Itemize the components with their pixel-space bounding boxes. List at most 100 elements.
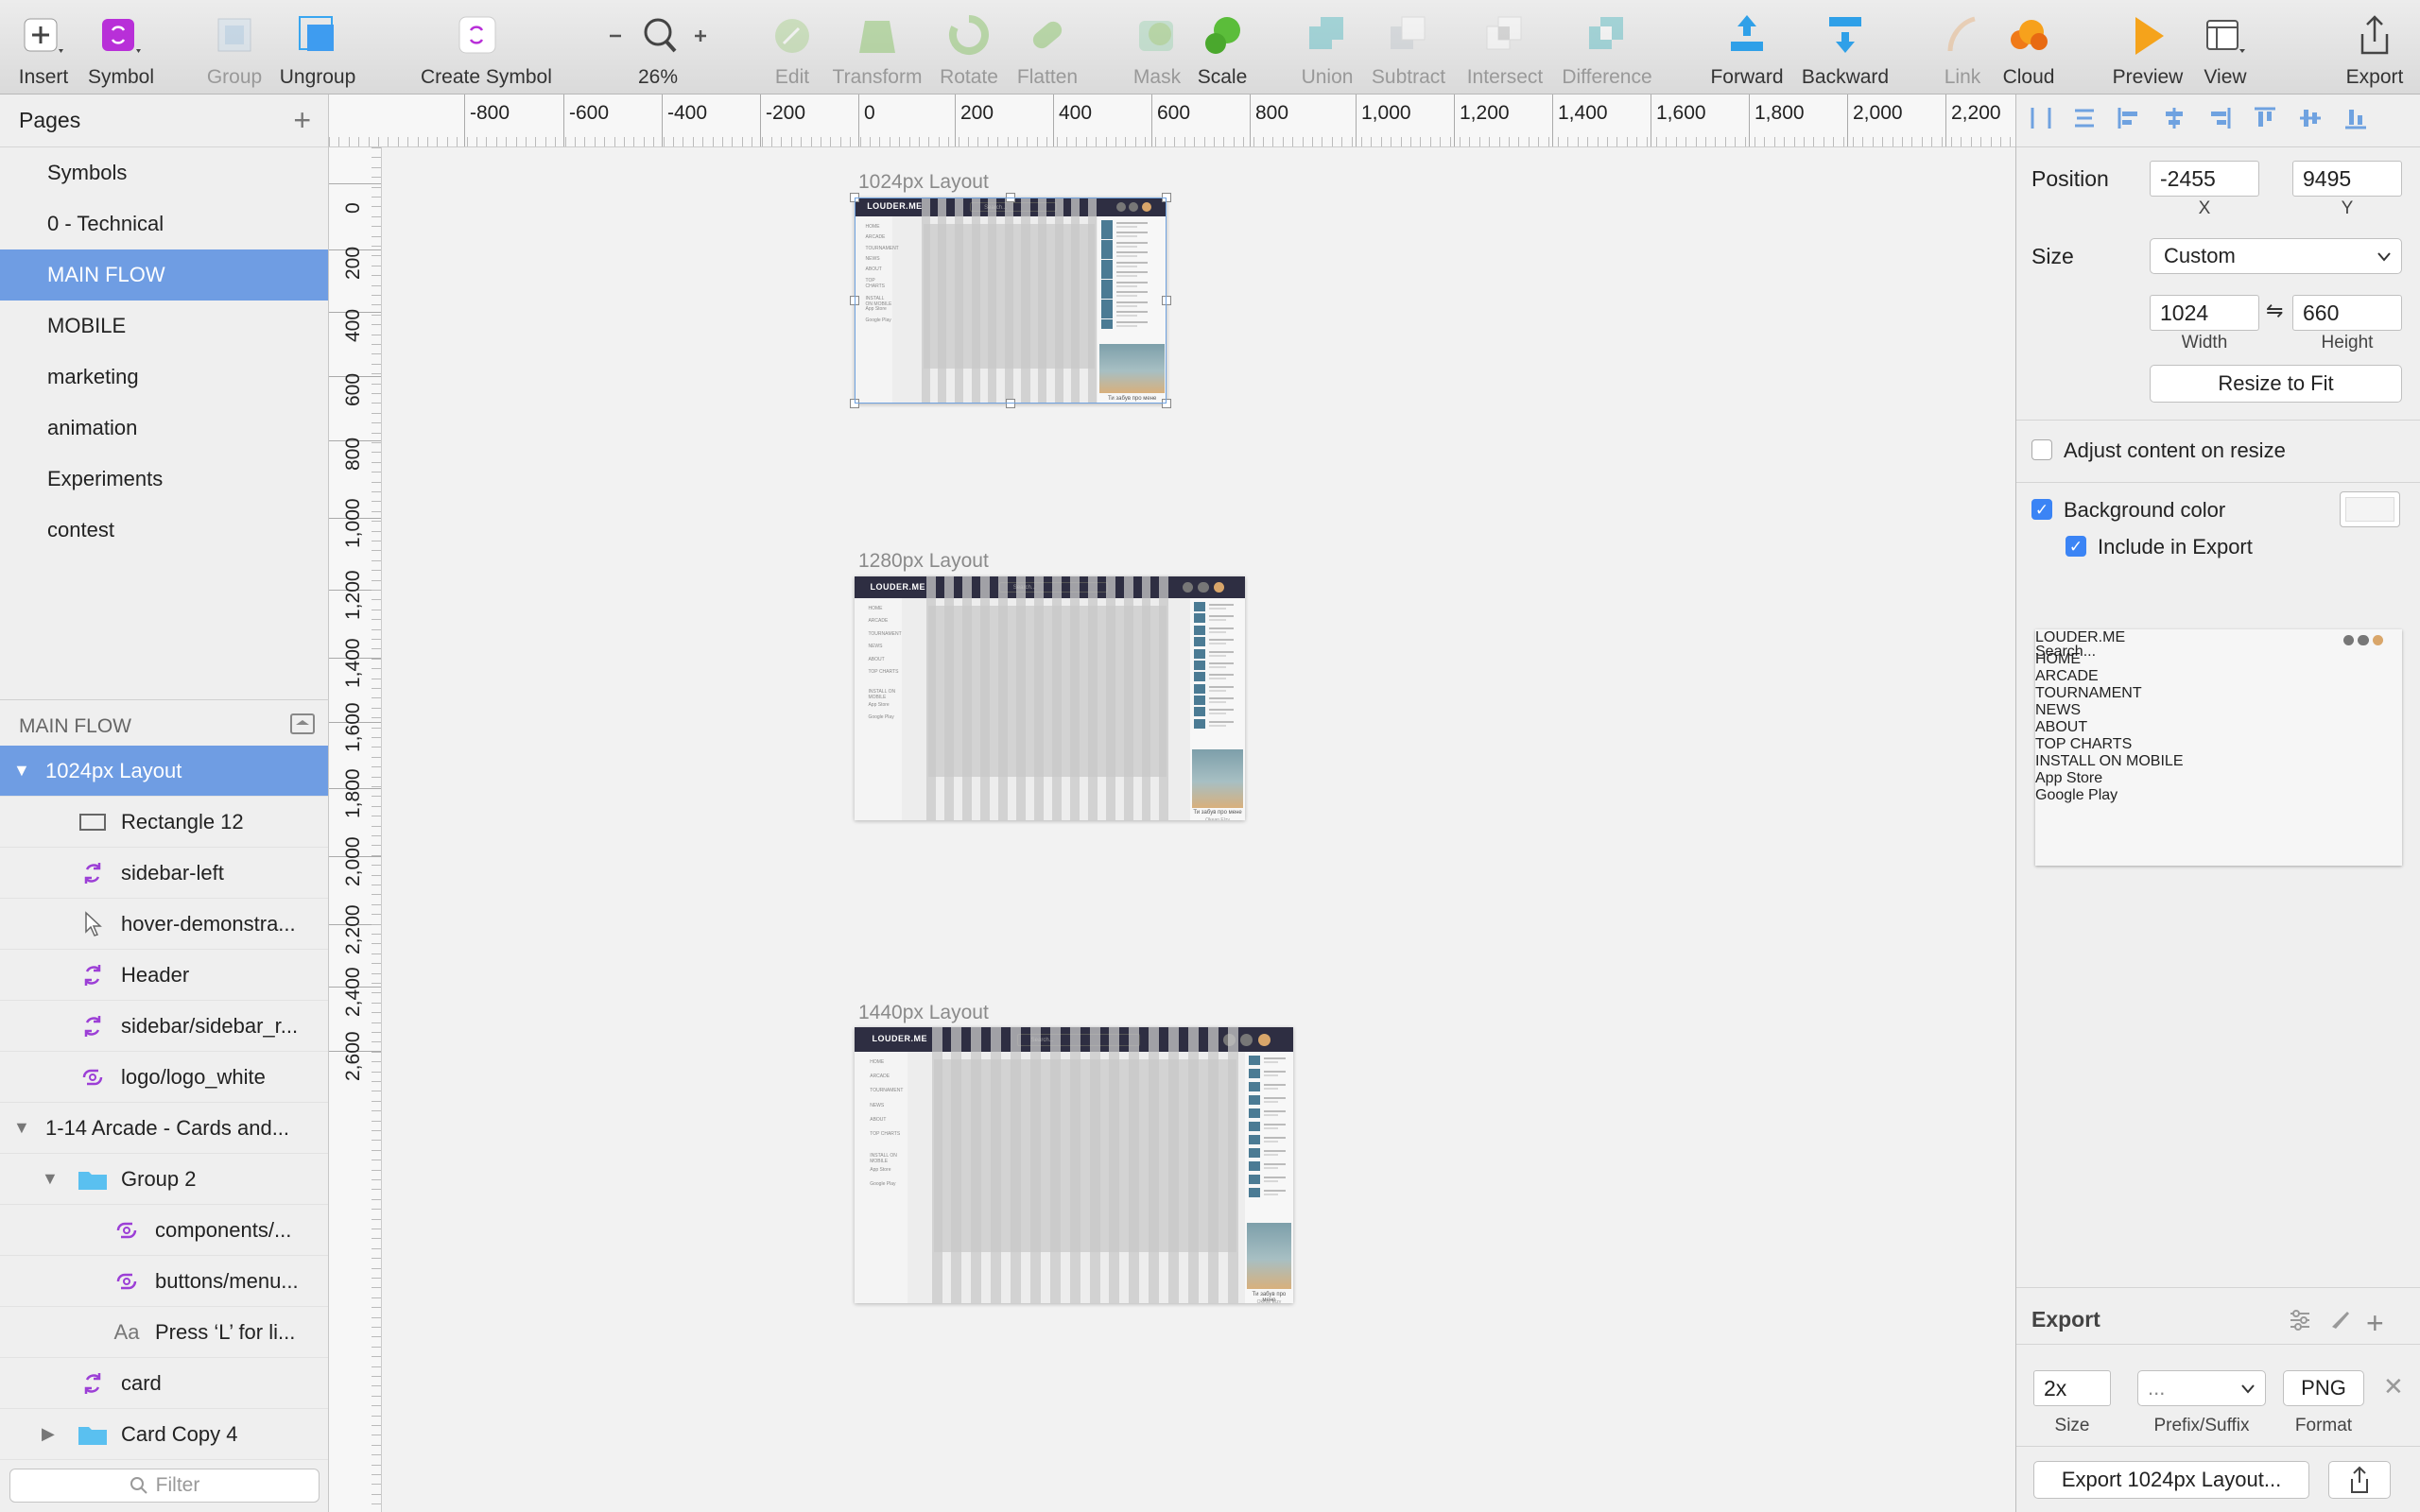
background-color-checkbox[interactable]: ✓: [2031, 499, 2052, 520]
add-page-icon[interactable]: +: [293, 103, 311, 138]
difference-button[interactable]: Difference: [1550, 8, 1664, 91]
size-preset-select[interactable]: Custom: [2150, 238, 2402, 274]
page-item[interactable]: contest: [0, 505, 328, 556]
adjust-content-checkbox[interactable]: [2031, 439, 2052, 460]
add-export-icon[interactable]: +: [2366, 1306, 2384, 1341]
header-icon: [1198, 581, 1209, 593]
lock-proportions-icon[interactable]: ⇋: [2266, 299, 2283, 323]
ruler-minor-tick: [372, 1179, 381, 1180]
layer-row[interactable]: ▼ 1024px Layout: [0, 746, 328, 797]
width-field[interactable]: 1024: [2150, 295, 2259, 331]
track-line: [1263, 1061, 1279, 1063]
selection-handle[interactable]: [850, 399, 859, 408]
vertical-ruler[interactable]: 0 200 400 600 800 1,000 1,200 1,400 1,600 1,800 2,…: [329, 147, 382, 1512]
selection-handle[interactable]: [1162, 296, 1171, 305]
selection-handle[interactable]: [1006, 193, 1015, 202]
layer-row[interactable]: Header: [0, 950, 328, 1001]
layer-row[interactable]: sidebar-left: [0, 848, 328, 899]
layer-row[interactable]: card: [0, 1358, 328, 1409]
disclosure-expanded-icon[interactable]: ▼: [13, 761, 30, 781]
align-left-icon[interactable]: [2117, 106, 2141, 135]
ruler-minor-tick: [506, 137, 508, 146]
flatten-icon: [1026, 13, 1069, 57]
layer-row[interactable]: Aa Press ‘L’ for li...: [0, 1307, 328, 1358]
align-right-icon[interactable]: [2207, 106, 2232, 135]
align-top-icon[interactable]: [2253, 106, 2277, 135]
track-line: [1209, 724, 1226, 727]
collapse-artboards-icon[interactable]: [290, 713, 315, 740]
layer-row[interactable]: ▼ Group 2: [0, 1154, 328, 1205]
filter-input[interactable]: Filter: [9, 1469, 320, 1503]
align-center-icon[interactable]: [2162, 106, 2187, 135]
cloud-button[interactable]: Cloud: [1972, 8, 2085, 91]
symbol-button[interactable]: Symbol: [64, 8, 178, 91]
backward-button[interactable]: Backward: [1789, 8, 1902, 91]
page-item[interactable]: animation: [0, 403, 328, 454]
selection-handle[interactable]: [1162, 193, 1171, 202]
resize-to-fit-button[interactable]: Resize to Fit: [2150, 365, 2402, 403]
grid-column: [1159, 576, 1169, 820]
selection-handle[interactable]: [850, 193, 859, 202]
layer-row[interactable]: ▶ Card Copy 4: [0, 1409, 328, 1460]
canvas[interactable]: 1024px Layout LOUDER.MESearch...HOMEARCAD…: [383, 148, 2015, 1512]
page-item[interactable]: Symbols: [0, 147, 328, 198]
create-symbol-button[interactable]: Create Symbol: [421, 8, 552, 91]
slice-knife-icon[interactable]: [2328, 1308, 2351, 1335]
scale-button[interactable]: Scale: [1166, 8, 1279, 91]
export-artboard-button[interactable]: Export 1024px Layout...: [2033, 1461, 2309, 1499]
artboard-title[interactable]: 1440px Layout: [858, 1002, 989, 1024]
page-item[interactable]: Experiments: [0, 454, 328, 505]
ruler-label: 2,200: [1951, 102, 2001, 124]
page-item[interactable]: MAIN FLOW: [0, 249, 328, 301]
height-field[interactable]: 660: [2292, 295, 2402, 331]
intersect-button[interactable]: Intersect: [1448, 8, 1562, 91]
remove-export-icon[interactable]: ✕: [2383, 1372, 2404, 1401]
grid-column: [988, 198, 997, 404]
export-toolbar-button[interactable]: Export: [2318, 8, 2420, 91]
artboard-title[interactable]: 1280px Layout: [858, 550, 989, 573]
position-x-field[interactable]: -2455: [2150, 161, 2259, 197]
export-settings-icon[interactable]: [2289, 1310, 2311, 1335]
ungroup-button[interactable]: Ungroup: [261, 8, 374, 91]
artboard-title[interactable]: 1024px Layout: [858, 171, 989, 194]
background-color-swatch[interactable]: [2340, 491, 2400, 527]
include-in-export-checkbox[interactable]: ✓: [2066, 536, 2086, 557]
artboard[interactable]: LOUDER.MESearch...HOMEARCADETOURNAMENTNE…: [855, 198, 1167, 404]
artboard[interactable]: LOUDER.MESearch...HOMEARCADETOURNAMENTNE…: [855, 1027, 1293, 1303]
page-item[interactable]: 0 - Technical: [0, 198, 328, 249]
artboard[interactable]: LOUDER.MESearch...HOMEARCADETOURNAMENTNE…: [855, 576, 1245, 820]
page-item[interactable]: MOBILE: [0, 301, 328, 352]
layer-row[interactable]: components/...: [0, 1205, 328, 1256]
selection-handle[interactable]: [1006, 399, 1015, 408]
layer-row[interactable]: buttons/menu...: [0, 1256, 328, 1307]
zoom-control[interactable]: 26%: [601, 8, 715, 91]
horizontal-ruler[interactable]: -800 -600 -400 -200 0 200 400 600 800 1,000 1,200 1…: [329, 94, 2015, 147]
selection-handle[interactable]: [850, 296, 859, 305]
disclosure-expanded-icon[interactable]: ▼: [13, 1118, 30, 1138]
layer-row[interactable]: hover-demonstra...: [0, 899, 328, 950]
track-line: [1263, 1124, 1286, 1126]
page-item[interactable]: marketing: [0, 352, 328, 403]
align-bottom-icon[interactable]: [2343, 106, 2368, 135]
share-export-button[interactable]: [2328, 1461, 2391, 1499]
layer-row[interactable]: sidebar/sidebar_r...: [0, 1001, 328, 1052]
ruler-minor-tick: [1754, 137, 1755, 146]
layer-row[interactable]: ▼ 1-14 Arcade - Cards and...: [0, 1103, 328, 1154]
ruler-minor-tick: [1784, 137, 1786, 146]
export-prefix-select[interactable]: ...: [2137, 1370, 2266, 1406]
flatten-button[interactable]: Flatten: [991, 8, 1104, 91]
selection-handle[interactable]: [1162, 399, 1171, 408]
layer-row[interactable]: logo/logo_white: [0, 1052, 328, 1103]
export-format-button[interactable]: PNG: [2283, 1370, 2364, 1406]
align-middle-icon[interactable]: [2298, 106, 2323, 135]
distribute-horizontal-icon[interactable]: [2030, 106, 2052, 135]
view-button[interactable]: View: [2169, 8, 2282, 91]
forward-button[interactable]: Forward: [1690, 8, 1804, 91]
position-y-field[interactable]: 9495: [2292, 161, 2402, 197]
disclosure-collapsed-icon[interactable]: ▶: [42, 1424, 55, 1444]
distribute-vertical-icon[interactable]: [2073, 106, 2096, 135]
header-icon: [2358, 634, 2369, 646]
disclosure-expanded-icon[interactable]: ▼: [42, 1169, 59, 1189]
layer-row[interactable]: Rectangle 12: [0, 797, 328, 848]
export-scale-field[interactable]: 2x: [2033, 1370, 2111, 1406]
